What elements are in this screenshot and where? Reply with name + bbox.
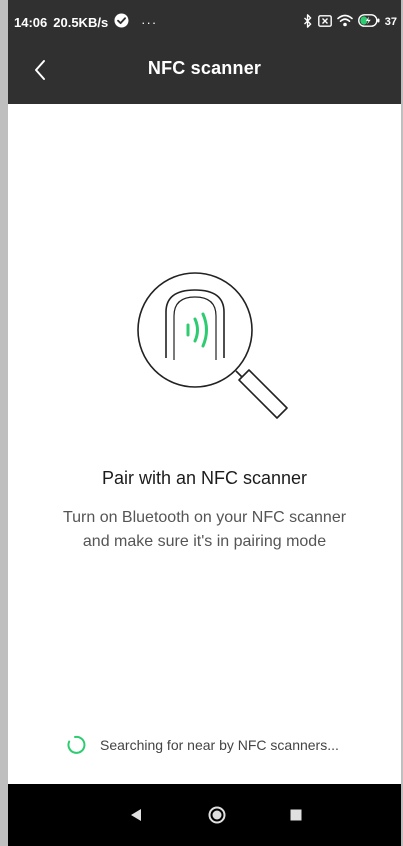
search-status: Searching for near by NFC scanners... [64,734,339,756]
bluetooth-icon [303,13,313,31]
pairing-description: Turn on Bluetooth on your NFC scanner an… [8,506,401,554]
main-content: Pair with an NFC scanner Turn on Bluetoo… [8,104,401,784]
search-status-text: Searching for near by NFC scanners... [100,737,339,753]
system-nav-bar [8,784,401,846]
check-icon [114,13,129,31]
nav-recents-button[interactable] [282,801,310,829]
app-screen: 14:06 20.5KB/s ··· 37 NFC scanner Pair w… [0,0,403,846]
app-header: 14:06 20.5KB/s ··· 37 NFC scanner [8,0,401,104]
status-speed: 20.5KB/s [53,14,109,30]
back-triangle-icon [131,809,141,821]
more-dots: ··· [141,14,158,30]
page-title: NFC scanner [147,58,262,78]
status-time: 14:06 [14,14,48,30]
nav-home-button[interactable] [203,801,231,829]
loading-spinner-icon [67,735,86,754]
sim-icon [317,14,332,30]
pairing-heading: Pair with an NFC scanner [101,468,308,488]
toolbar: NFC scanner [8,44,401,104]
recents-square-icon [290,809,302,821]
nav-back-button[interactable] [122,801,150,829]
home-circle-icon [208,806,226,824]
status-left: 14:06 20.5KB/s ··· [14,13,157,31]
battery-icon [357,14,380,30]
nfc-magnifier-icon [137,272,288,419]
battery-level: 37 [384,16,397,28]
status-bar: 14:06 20.5KB/s ··· 37 [8,0,401,44]
wifi-icon [336,14,353,30]
description-line-2: and make sure it's in pairing mode [82,533,327,550]
description-line-1: Turn on Bluetooth on your NFC scanner [62,509,347,526]
status-right: 37 [303,13,397,31]
